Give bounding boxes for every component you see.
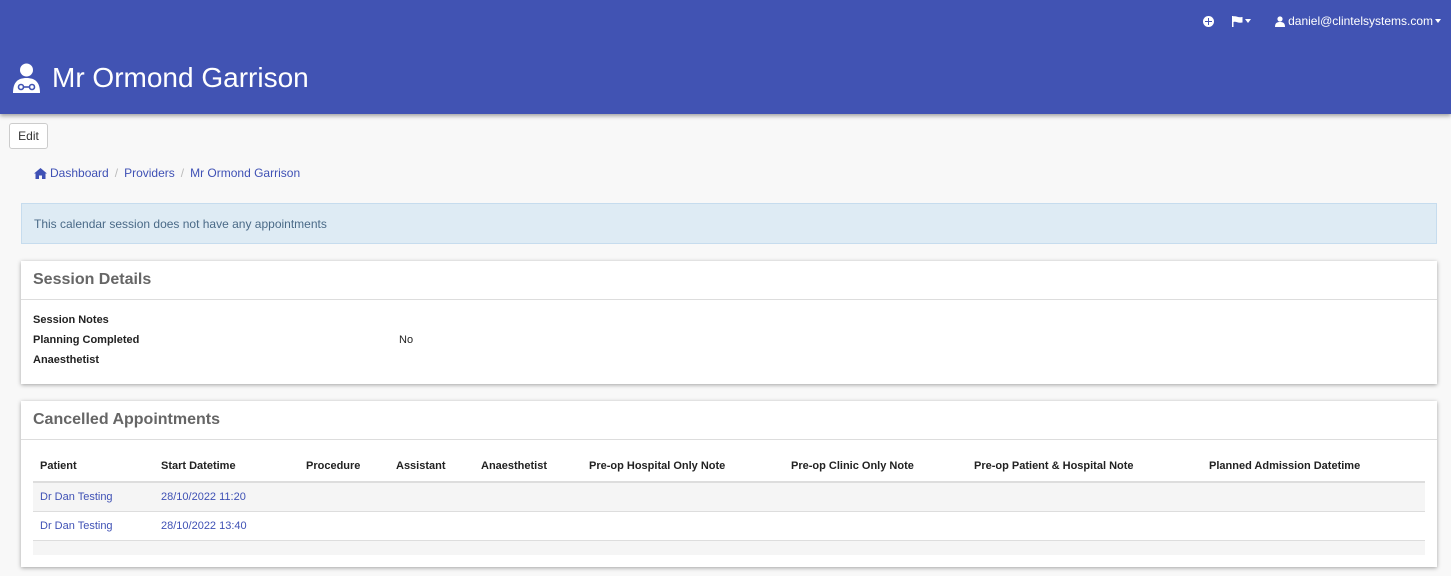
cancelled-appointments-title: Cancelled Appointments — [21, 401, 1437, 440]
planning-completed-value: No — [399, 334, 414, 346]
user-menu[interactable]: daniel@clintelsystems.com — [1275, 14, 1441, 28]
patient-cell: Dr Dan Testing — [33, 511, 154, 541]
column-header[interactable]: Pre-op Hospital Only Note — [582, 450, 784, 483]
table-row: Dr Dan Testing 28/10/2022 13:40 — [33, 511, 1425, 541]
breadcrumb-providers[interactable]: Providers — [124, 166, 175, 180]
planning-completed-row: Planning Completed No — [33, 334, 413, 348]
hospital-note-cell — [582, 482, 784, 512]
hospital-note-cell — [582, 511, 784, 541]
breadcrumb-separator: / — [180, 166, 185, 180]
assistant-cell — [389, 482, 474, 512]
table-row: Dr Dan Testing 28/10/2022 11:20 — [33, 482, 1425, 512]
start-datetime-cell: 28/10/2022 11:20 — [154, 482, 299, 512]
doctor-icon — [13, 63, 40, 93]
column-header[interactable]: Patient — [33, 450, 154, 483]
procedure-cell — [299, 482, 389, 512]
top-nav: daniel@clintelsystems.com — [1203, 12, 1441, 30]
patient-link[interactable]: Dr Dan Testing — [40, 491, 113, 503]
cancelled-appointments-panel: Cancelled Appointments Patient Start Dat… — [21, 401, 1437, 567]
clinic-note-cell — [784, 511, 967, 541]
start-datetime-link[interactable]: 28/10/2022 13:40 — [161, 520, 247, 532]
add-menu[interactable] — [1203, 15, 1232, 27]
start-datetime-link[interactable]: 28/10/2022 11:20 — [161, 491, 246, 503]
chevron-down-icon — [1435, 19, 1441, 23]
session-details-title: Session Details — [21, 261, 1437, 300]
column-header[interactable]: Procedure — [299, 450, 389, 483]
add-icon — [1203, 15, 1215, 27]
anaesthetist-cell — [474, 482, 582, 512]
planning-completed-label: Planning Completed — [33, 334, 140, 346]
app-header: daniel@clintelsystems.com Mr Ormond Garr… — [0, 0, 1451, 114]
assistant-cell — [389, 511, 474, 541]
anaesthetist-cell — [474, 511, 582, 541]
flag-icon — [1232, 15, 1243, 27]
breadcrumb: Dashboard / Providers / Mr Ormond Garris… — [34, 166, 300, 180]
session-notes-label: Session Notes — [33, 314, 109, 326]
patient-cell: Dr Dan Testing — [33, 482, 154, 512]
breadcrumb-separator: / — [114, 166, 119, 180]
anaesthetist-row: Anaesthetist — [33, 354, 399, 368]
column-header[interactable]: Pre-op Clinic Only Note — [784, 450, 967, 483]
column-header[interactable]: Pre-op Patient & Hospital Note — [967, 450, 1202, 483]
anaesthetist-label: Anaesthetist — [33, 354, 100, 366]
session-notes-row: Session Notes — [33, 314, 399, 328]
breadcrumb-dashboard[interactable]: Dashboard — [50, 166, 109, 180]
edit-button[interactable]: Edit — [9, 123, 48, 149]
session-details-panel: Session Details Session Notes Planning C… — [21, 261, 1437, 384]
procedure-cell — [299, 511, 389, 541]
table-footer — [33, 541, 1425, 555]
patient-link[interactable]: Dr Dan Testing — [40, 520, 113, 532]
cancelled-appointments-table: Patient Start Datetime Procedure Assista… — [33, 450, 1425, 541]
patient-hospital-note-cell — [967, 482, 1202, 512]
user-email: daniel@clintelsystems.com — [1288, 14, 1433, 28]
start-datetime-cell: 28/10/2022 13:40 — [154, 511, 299, 541]
column-header[interactable]: Anaesthetist — [474, 450, 582, 483]
page-title: Mr Ormond Garrison — [13, 61, 309, 95]
patient-hospital-note-cell — [967, 511, 1202, 541]
breadcrumb-current[interactable]: Mr Ormond Garrison — [190, 166, 300, 180]
page-title-text: Mr Ormond Garrison — [52, 62, 309, 93]
info-alert-text: This calendar session does not have any … — [34, 216, 327, 231]
column-header[interactable]: Planned Admission Datetime — [1202, 450, 1425, 483]
planned-admission-cell — [1202, 482, 1425, 512]
chevron-down-icon — [1245, 19, 1252, 23]
column-header[interactable]: Start Datetime — [154, 450, 299, 483]
info-alert: This calendar session does not have any … — [21, 203, 1437, 244]
flag-menu[interactable] — [1232, 15, 1252, 27]
clinic-note-cell — [784, 482, 967, 512]
planned-admission-cell — [1202, 511, 1425, 541]
column-header[interactable]: Assistant — [389, 450, 474, 483]
user-icon — [1275, 15, 1286, 27]
table-header-row: Patient Start Datetime Procedure Assista… — [33, 450, 1425, 483]
home-icon — [34, 167, 47, 179]
